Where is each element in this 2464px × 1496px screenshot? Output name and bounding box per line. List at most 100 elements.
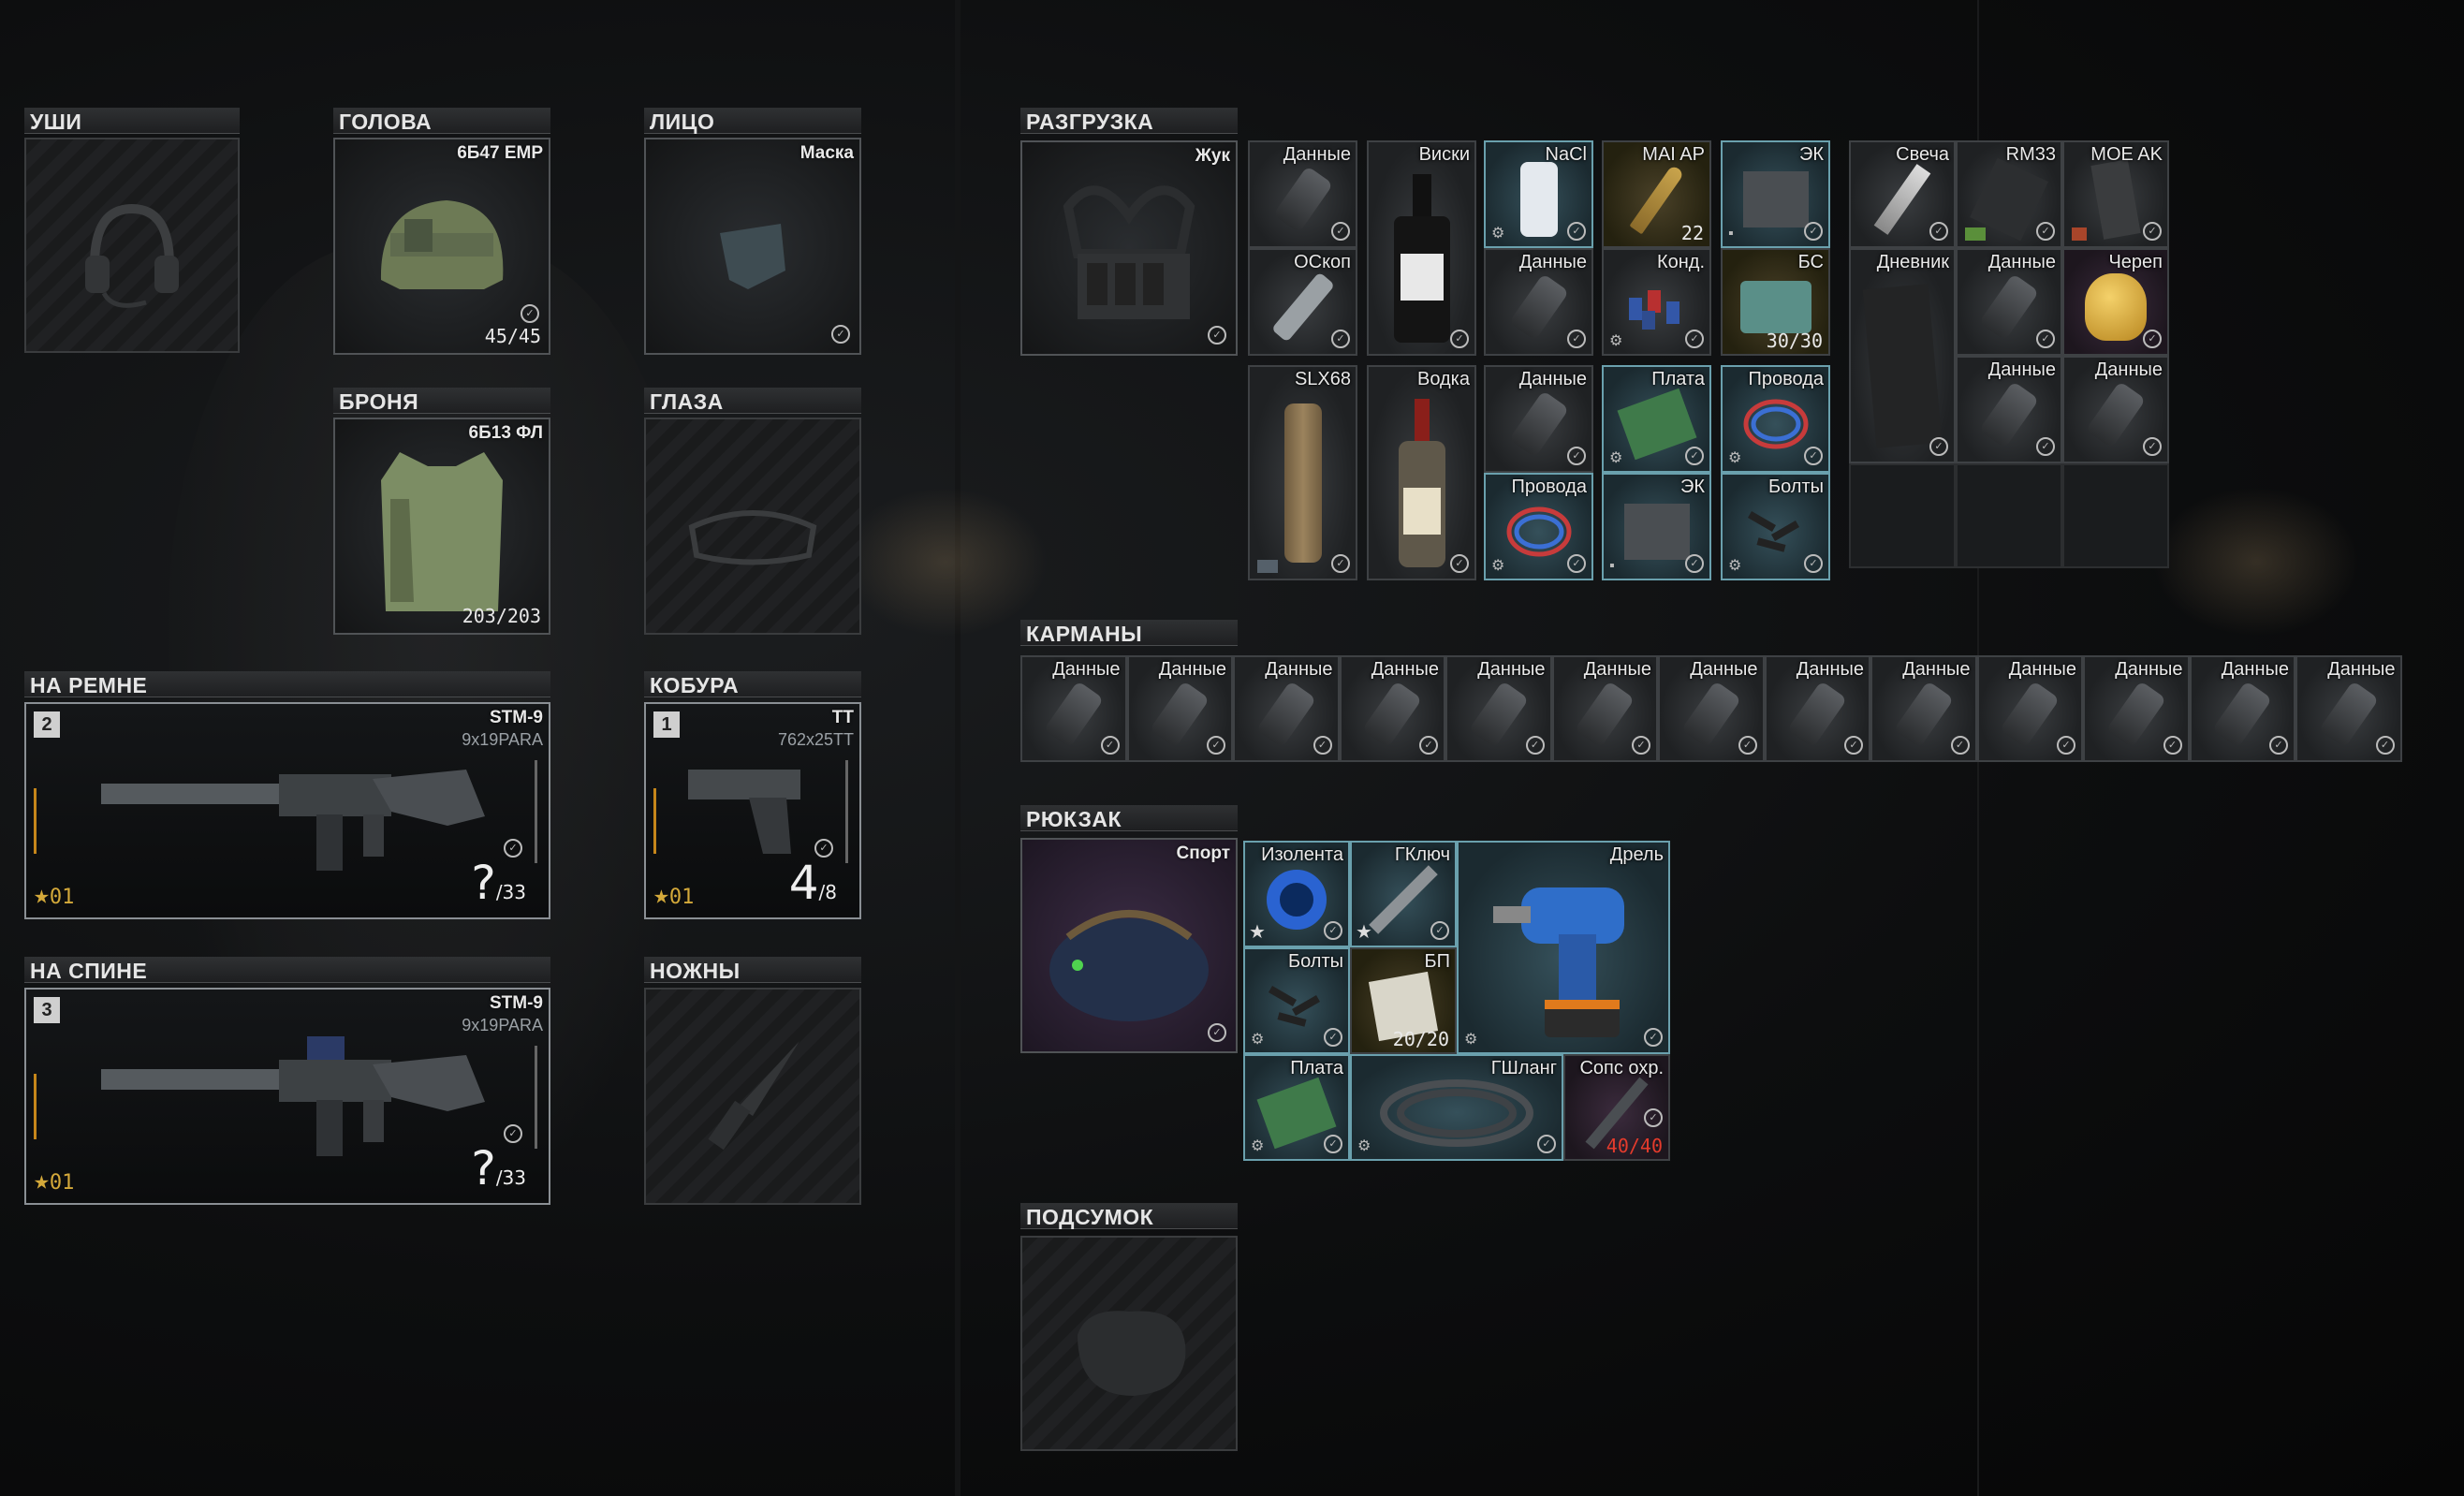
sling-weapon-slot[interactable]: 2 STM-9 9x19PARA ✓ ★01 ?/33: [24, 702, 550, 919]
found-in-raid-icon: ✓: [1644, 1108, 1663, 1127]
rig-item-name: Жук: [1195, 146, 1230, 166]
found-in-raid-icon: ✓: [1644, 1028, 1663, 1047]
rig-item-spark-plug[interactable]: Свеча ✓: [1849, 140, 1956, 248]
gear-icon: ⚙: [1728, 450, 1742, 466]
found-in-raid-icon: ✓: [504, 839, 522, 858]
pocket-item-data-drive[interactable]: Данные ✓: [1020, 655, 1127, 762]
scabbard-slot[interactable]: [644, 988, 861, 1205]
pocket-item-data-drive[interactable]: Данные ✓: [2083, 655, 2190, 762]
ears-slot[interactable]: [24, 138, 240, 353]
rig-item-bolts[interactable]: Болты ⚙ ✓: [1721, 473, 1830, 580]
scabbard-header: НОЖНЫ: [644, 957, 861, 983]
holster-weapon-slot[interactable]: 1 ТТ 762x25TT ✓ ★01 4/8: [644, 702, 861, 919]
armor-vest-icon: [381, 452, 503, 612]
flash-drive-icon: [1893, 680, 1955, 748]
backpack-slot[interactable]: Спорт ✓: [1020, 838, 1238, 1053]
item-name: Провода: [1748, 369, 1825, 389]
sling-weapon-name: STM-9: [490, 708, 543, 727]
rig-item-circuit-board[interactable]: Плата ⚙ ✓: [1602, 365, 1711, 473]
item-name: MAI AP: [1642, 144, 1705, 165]
backpack-item-bolts[interactable]: Болты ⚙ ✓: [1243, 947, 1350, 1054]
backpack-item-circuit-board[interactable]: Плата ⚙ ✓: [1243, 1054, 1350, 1161]
item-name: Водка: [1416, 369, 1470, 389]
gear-icon: ⚙: [1491, 558, 1505, 574]
rig-item-diary[interactable]: Дневник ✓: [1849, 248, 1956, 463]
found-in-raid-icon: ✓: [1324, 1028, 1342, 1047]
rig-item-data-drive[interactable]: Данные ✓: [1484, 365, 1593, 473]
pocket-item-data-drive[interactable]: Данные ✓: [1870, 655, 1977, 762]
rig-item-moe-ak[interactable]: MOE AK ✓: [2062, 140, 2169, 248]
rig-item-electronics[interactable]: ЭК ▪ ✓: [1721, 140, 1830, 248]
armor-slot[interactable]: 6Б13 ФЛ 203/203: [333, 418, 550, 635]
rig-item-data-drive[interactable]: Данные ✓: [1484, 248, 1593, 356]
rig-item-ammo[interactable]: MAI AP 22: [1602, 140, 1711, 248]
back-weapon-slot[interactable]: 3 STM-9 9x19PARA ✓ ★01 ?/33: [24, 988, 550, 1205]
mask-icon: [720, 224, 785, 290]
empty-cell[interactable]: [1956, 463, 2062, 568]
backpack-item-wrench[interactable]: ГКлюч ★ ✓: [1350, 841, 1457, 947]
backpack-item-hose[interactable]: ГШланг ⚙ ✓: [1350, 1054, 1563, 1161]
backpack-item-tape[interactable]: Изолента ★ ✓: [1243, 841, 1350, 947]
rig-slot[interactable]: Жук ✓: [1020, 140, 1238, 356]
armor-item-name: 6Б13 ФЛ: [468, 423, 543, 443]
item-name: Виски: [1418, 144, 1470, 165]
pouch-slot[interactable]: [1020, 1236, 1238, 1451]
rig-item-battery[interactable]: БС 30/30: [1721, 248, 1830, 356]
rig-item-vodka[interactable]: Водка ✓: [1367, 365, 1476, 580]
backpack-item-powerbank[interactable]: БП 20/20: [1350, 947, 1457, 1054]
pocket-item-data-drive[interactable]: Данные ✓: [1233, 655, 1340, 762]
flash-drive-icon: [2318, 680, 2380, 748]
head-item-name: 6Б47 EMP: [457, 143, 543, 163]
pocket-item-data-drive[interactable]: Данные ✓: [1764, 655, 1870, 762]
rig-item-data-drive[interactable]: Данные ✓: [2062, 356, 2169, 463]
pocket-item-data-drive[interactable]: Данные ✓: [1976, 655, 2083, 762]
head-slot[interactable]: 6Б47 EMP ✓ 45/45: [333, 138, 550, 355]
pocket-item-data-drive[interactable]: Данные ✓: [1339, 655, 1445, 762]
pocket-item-data-drive[interactable]: Данные ✓: [1551, 655, 1658, 762]
sd-card-icon: ▪: [1609, 558, 1615, 574]
backpack-header: РЮКЗАК: [1020, 805, 1238, 831]
face-slot[interactable]: Маска ✓: [644, 138, 861, 355]
ears-header: УШИ: [24, 108, 240, 134]
rig-item-electronics[interactable]: ЭК ▪ ✓: [1602, 473, 1711, 580]
pocket-item-data-drive[interactable]: Данные ✓: [1658, 655, 1765, 762]
found-in-raid-icon: ✓: [1804, 447, 1823, 465]
item-count: 20/20: [1392, 1028, 1449, 1050]
gear-icon: ⚙: [1609, 450, 1623, 466]
found-in-raid-icon: ✓: [1208, 1023, 1226, 1042]
backpack-item-consumable[interactable]: Сопс охр. ✓ 40/40: [1563, 1054, 1670, 1161]
empty-cell[interactable]: [1849, 463, 1956, 568]
found-in-raid-icon: ✓: [1430, 921, 1449, 940]
item-name: Череп: [2108, 252, 2163, 272]
pocket-item-data-drive[interactable]: Данные ✓: [1126, 655, 1233, 762]
rig-item-wires[interactable]: Провода ⚙ ✓: [1484, 473, 1593, 580]
pocket-item-data-drive[interactable]: Данные ✓: [2189, 655, 2295, 762]
magazine-bar: [535, 1046, 537, 1149]
found-in-raid-icon: ✓: [1567, 447, 1586, 465]
head-durability: 45/45: [484, 325, 541, 347]
rig-item-data-drive[interactable]: Данные ✓: [1956, 248, 2062, 356]
pocket-item-data-drive[interactable]: Данные ✓: [1445, 655, 1552, 762]
found-in-raid-icon: ✓: [1450, 330, 1469, 348]
rig-item-nacl[interactable]: NaCl ⚙ ✓: [1484, 140, 1593, 248]
empty-cell[interactable]: [2062, 463, 2169, 568]
backpack-item-drill[interactable]: Дрель ⚙ ✓: [1457, 841, 1670, 1054]
rig-item-whiskey[interactable]: Виски ✓: [1367, 140, 1476, 356]
found-in-raid-icon: ✓: [2269, 736, 2288, 755]
rig-item-suppressor[interactable]: SLX68 ✓: [1248, 365, 1357, 580]
rig-item-rm33[interactable]: RM33 ✓: [1956, 140, 2062, 248]
item-name: Данные: [1902, 659, 1971, 680]
rig-item-oscope[interactable]: ОСкоп ✓: [1248, 248, 1357, 356]
item-name: Данные: [1371, 659, 1439, 680]
pouch-icon: [1078, 1311, 1186, 1397]
duct-tape-icon: [1267, 869, 1327, 930]
rig-item-data-drive[interactable]: Данные ✓: [1956, 356, 2062, 463]
rig-item-wires[interactable]: Провода ⚙ ✓: [1721, 365, 1830, 473]
item-name: Данные: [2008, 659, 2076, 680]
pocket-item-data-drive[interactable]: Данные ✓: [2295, 655, 2402, 762]
rig-item-capacitors[interactable]: Конд. ⚙ ✓: [1602, 248, 1711, 356]
rig-item-skull[interactable]: Череп ✓: [2062, 248, 2169, 356]
eyes-slot[interactable]: [644, 418, 861, 635]
rig-item-data-drive[interactable]: Данные ✓: [1248, 140, 1357, 248]
knife-icon: [708, 1041, 799, 1151]
